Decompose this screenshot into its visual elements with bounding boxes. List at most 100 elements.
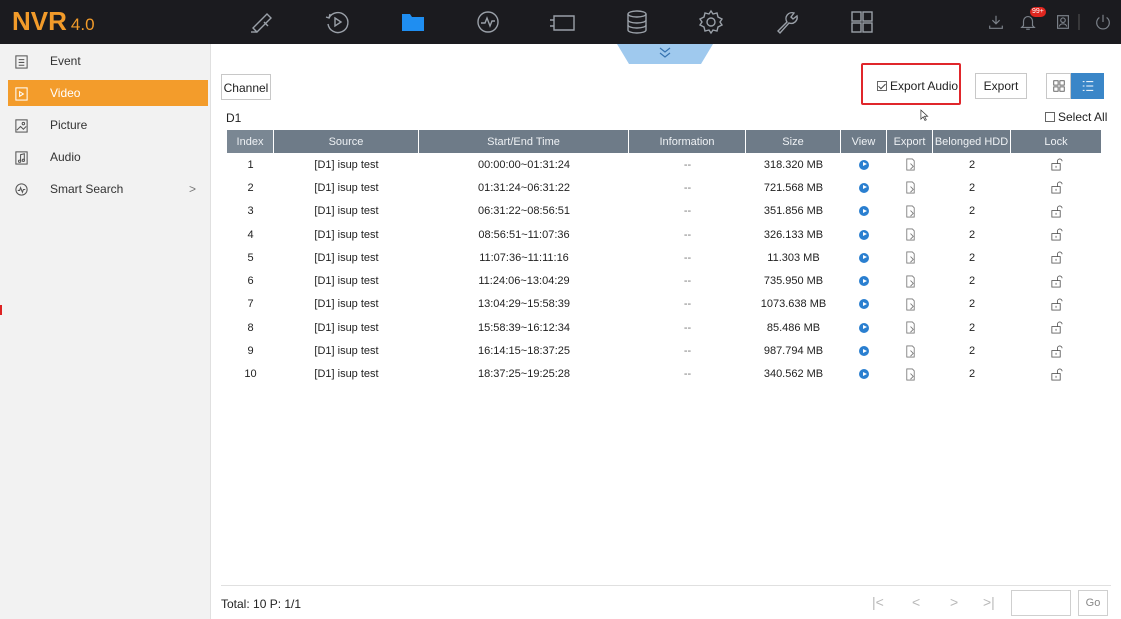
cell-belonged-hdd: 2 <box>968 228 976 241</box>
next-page-button[interactable]: > <box>950 594 958 610</box>
export-file-icon[interactable] <box>887 363 933 386</box>
wrench-icon[interactable] <box>770 6 804 38</box>
unlock-icon[interactable] <box>1011 339 1101 362</box>
play-icon[interactable] <box>841 339 887 362</box>
export-file-icon[interactable] <box>887 269 933 292</box>
cell-size: 318.320 MB <box>763 158 824 171</box>
cell-information: -- <box>683 181 692 194</box>
play-icon[interactable] <box>841 363 887 386</box>
camera-icon[interactable] <box>245 6 279 38</box>
last-page-button[interactable]: >| <box>983 594 995 610</box>
table-row[interactable]: 2 [D1] isup test 01:31:24~06:31:22 -- 721.56… <box>227 176 1101 199</box>
export-file-icon[interactable] <box>887 223 933 246</box>
cell-source: [D1] isup test <box>314 298 379 311</box>
export-file-icon[interactable] <box>887 200 933 223</box>
unlock-icon[interactable] <box>1011 269 1101 292</box>
checkbox-checked-icon[interactable] <box>877 81 887 91</box>
export-file-icon[interactable] <box>887 176 933 199</box>
cell-time: 13:04:29~15:58:39 <box>477 298 571 311</box>
cell-time: 11:24:06~13:04:29 <box>478 275 570 288</box>
power-icon[interactable] <box>1092 10 1114 34</box>
cell-size: 351.856 MB <box>763 205 824 218</box>
alarm-count-badge: 99+ <box>1030 7 1046 17</box>
play-icon[interactable] <box>841 316 887 339</box>
unlock-icon[interactable] <box>1011 246 1101 269</box>
cell-belonged-hdd: 2 <box>968 251 976 264</box>
cell-time: 06:31:22~08:56:51 <box>477 205 571 218</box>
folder-icon[interactable] <box>396 6 430 38</box>
first-page-button[interactable]: |< <box>872 594 884 610</box>
cell-index: 6 <box>247 275 254 288</box>
select-all-checkbox[interactable]: Select All <box>1045 110 1107 124</box>
table-row[interactable]: 4 [D1] isup test 08:56:51~11:07:36 -- 326.13… <box>227 223 1101 246</box>
grid-icon[interactable] <box>845 6 879 38</box>
unlock-icon[interactable] <box>1011 316 1101 339</box>
table-row[interactable]: 7 [D1] isup test 13:04:29~15:58:39 -- 1073.6… <box>227 293 1101 316</box>
export-audio-checkbox[interactable]: Export Audio <box>877 79 958 93</box>
unlock-icon[interactable] <box>1011 363 1101 386</box>
unlock-icon[interactable] <box>1011 176 1101 199</box>
play-icon[interactable] <box>841 223 887 246</box>
screen-icon[interactable] <box>545 6 579 38</box>
sidebar-item-label: Smart Search <box>50 182 124 196</box>
sidebar-item-audio[interactable]: Audio <box>8 144 208 170</box>
table-row[interactable]: 5 [D1] isup test 11:07:36~11:11:16 -- 11.303… <box>227 246 1101 269</box>
cell-information: -- <box>683 321 692 334</box>
unlock-icon[interactable] <box>1011 153 1101 176</box>
cell-belonged-hdd: 2 <box>968 321 976 334</box>
play-icon[interactable] <box>841 269 887 292</box>
table-row[interactable]: 6 [D1] isup test 11:24:06~13:04:29 -- 735.95… <box>227 269 1101 292</box>
table-row[interactable]: 8 [D1] isup test 15:58:39~16:12:34 -- 85.486… <box>227 316 1101 339</box>
checkbox-unchecked-icon[interactable] <box>1045 112 1055 122</box>
cell-size: 735.950 MB <box>763 275 824 288</box>
play-icon[interactable] <box>841 293 887 316</box>
header-export: Export <box>887 130 933 153</box>
export-file-icon[interactable] <box>887 316 933 339</box>
cell-source: [D1] isup test <box>314 158 379 171</box>
play-icon[interactable] <box>841 246 887 269</box>
event-icon <box>12 52 30 70</box>
edge-marker <box>0 305 2 315</box>
export-file-icon[interactable] <box>887 153 933 176</box>
smart-icon[interactable] <box>471 6 505 38</box>
list-view-button[interactable] <box>1071 73 1104 99</box>
go-button[interactable]: Go <box>1078 590 1108 616</box>
database-icon[interactable] <box>620 6 654 38</box>
sidebar-item-smart-search[interactable]: Smart Search > <box>8 176 208 202</box>
sidebar-item-picture[interactable]: Picture <box>8 112 208 138</box>
cell-information: -- <box>683 205 692 218</box>
play-icon[interactable] <box>841 153 887 176</box>
export-button[interactable]: Export <box>975 73 1027 99</box>
cell-source: [D1] isup test <box>314 181 379 194</box>
sidebar-item-video[interactable]: Video <box>8 80 208 106</box>
export-file-icon[interactable] <box>887 339 933 362</box>
sidebar-item-event[interactable]: Event <box>8 48 208 74</box>
unlock-icon[interactable] <box>1011 200 1101 223</box>
thumbnail-view-button[interactable] <box>1046 73 1071 99</box>
export-file-icon[interactable] <box>887 293 933 316</box>
unlock-icon[interactable] <box>1011 223 1101 246</box>
unlock-icon[interactable] <box>1011 293 1101 316</box>
cell-source: [D1] isup test <box>314 251 379 264</box>
cell-index: 4 <box>247 228 254 241</box>
export-file-icon[interactable] <box>887 246 933 269</box>
table-row[interactable]: 10 [D1] isup test 18:37:25~19:25:28 -- 340.5… <box>227 363 1101 386</box>
play-icon[interactable] <box>841 200 887 223</box>
cell-size: 987.794 MB <box>763 345 824 358</box>
download-icon[interactable] <box>985 10 1007 34</box>
table-row[interactable]: 3 [D1] isup test 06:31:22~08:56:51 -- 351.85… <box>227 200 1101 223</box>
app-logo: NVR 4.0 <box>12 6 95 36</box>
collapse-panel-tab[interactable] <box>617 44 713 64</box>
play-icon[interactable] <box>841 176 887 199</box>
cell-information: -- <box>683 298 692 311</box>
user-icon[interactable] <box>1052 10 1074 34</box>
table-row[interactable]: 1 [D1] isup test 00:00:00~01:31:24 -- 318.32… <box>227 153 1101 176</box>
cell-information: -- <box>683 228 692 241</box>
gear-icon[interactable] <box>694 6 728 38</box>
previous-page-button[interactable]: < <box>912 594 920 610</box>
cell-time: 00:00:00~01:31:24 <box>477 158 571 171</box>
channel-button[interactable]: Channel <box>221 74 271 100</box>
table-row[interactable]: 9 [D1] isup test 16:14:15~18:37:25 -- 987.79… <box>227 339 1101 362</box>
page-number-input[interactable] <box>1011 590 1071 616</box>
playback-icon[interactable] <box>320 6 354 38</box>
